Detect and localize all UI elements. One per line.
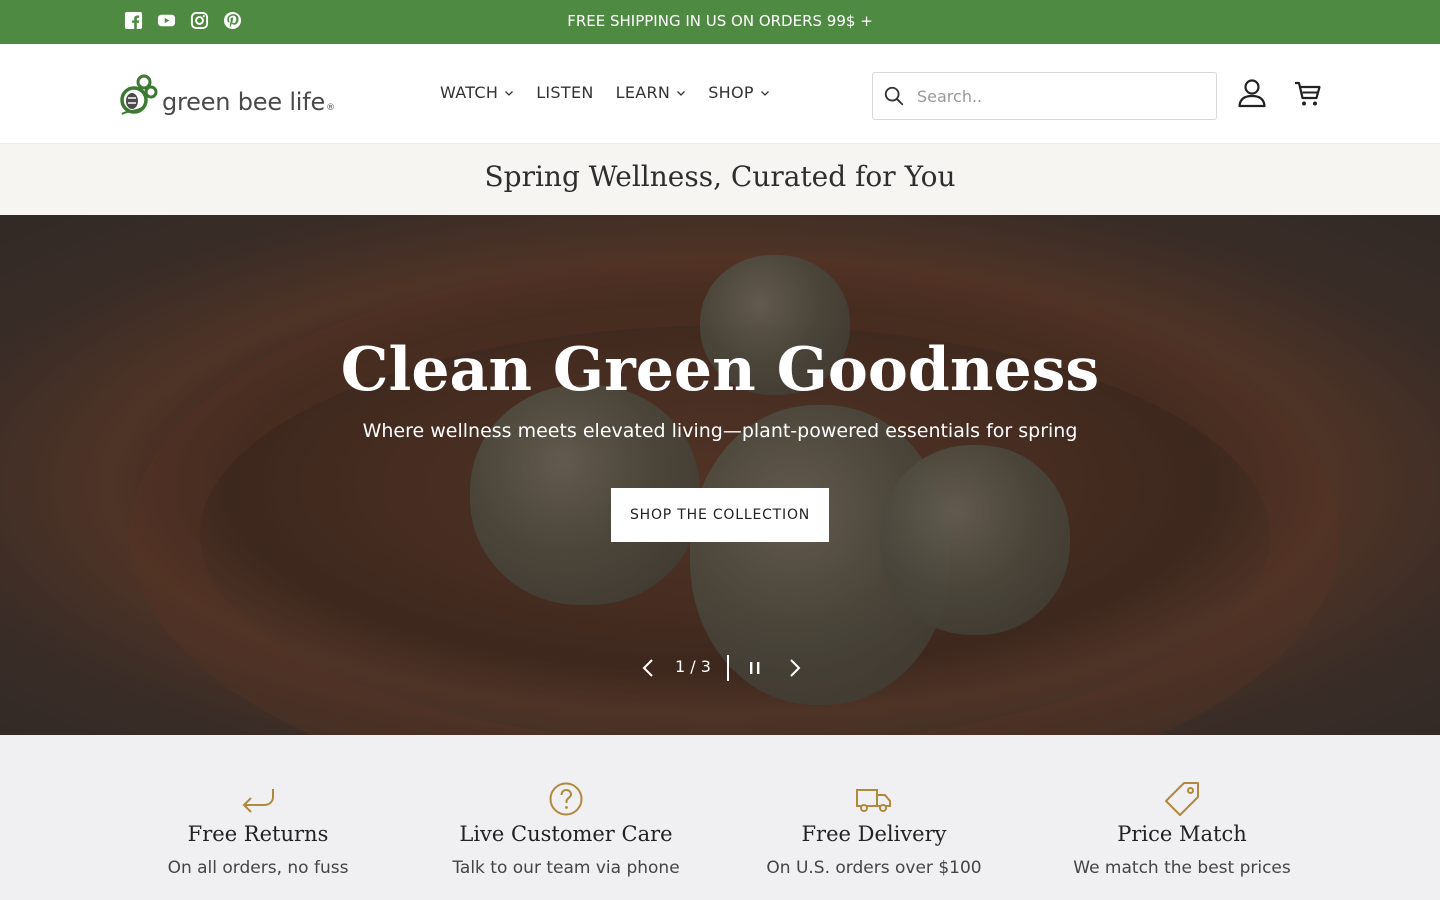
feature-title: Free Delivery: [801, 822, 947, 846]
feature-description: On all orders, no fuss: [167, 858, 349, 878]
nav-item-label: LEARN: [615, 83, 671, 102]
feature-price-match: Price Match We match the best prices: [1028, 780, 1336, 878]
account-icon[interactable]: [1236, 77, 1268, 109]
site-header: green bee life ® WATCH LISTEN LEARN SHOP: [0, 44, 1440, 144]
question-circle-icon: [547, 780, 585, 818]
nav-item-shop[interactable]: SHOP: [708, 83, 770, 102]
feature-free-delivery: Free Delivery On U.S. orders over $100: [720, 780, 1028, 878]
features-bar: Free Returns On all orders, no fuss Live…: [0, 735, 1440, 900]
promo-banner: Spring Wellness, Curated for You: [0, 144, 1440, 215]
feature-description: Talk to our team via phone: [452, 858, 680, 878]
nav-item-learn[interactable]: LEARN: [616, 83, 687, 102]
search-box[interactable]: [872, 72, 1217, 120]
return-arrow-icon: [239, 780, 277, 818]
hero-title: Clean Green Goodness: [340, 335, 1100, 405]
bee-logo-icon: [120, 74, 158, 115]
shop-collection-button[interactable]: SHOP THE COLLECTION: [611, 488, 829, 542]
announcement-text: FREE SHIPPING IN US ON ORDERS 99$ +: [567, 12, 873, 30]
nav-item-watch[interactable]: WATCH: [440, 83, 514, 102]
truck-icon: [855, 780, 893, 818]
logo-registered-mark: ®: [326, 103, 336, 113]
hero-subtitle: Where wellness meets elevated living—pla…: [362, 420, 1078, 442]
pause-icon[interactable]: [745, 658, 765, 678]
controls-divider: [727, 655, 729, 681]
hero-slideshow: Clean Green Goodness Where wellness meet…: [0, 215, 1440, 735]
promo-title: Spring Wellness, Curated for You: [484, 160, 956, 193]
feature-description: On U.S. orders over $100: [766, 858, 982, 878]
chevron-down-icon: [760, 88, 770, 98]
feature-description: We match the best prices: [1073, 858, 1291, 878]
cart-icon[interactable]: [1294, 80, 1322, 108]
nav-item-listen[interactable]: LISTEN: [536, 83, 593, 102]
chevron-down-icon: [504, 88, 514, 98]
feature-customer-care: Live Customer Care Talk to our team via …: [412, 780, 720, 878]
price-tag-icon: [1163, 780, 1201, 818]
main-nav: WATCH LISTEN LEARN SHOP: [440, 83, 770, 102]
feature-title: Live Customer Care: [459, 822, 673, 846]
feature-title: Free Returns: [187, 822, 329, 846]
logo-text: green bee life: [162, 88, 326, 116]
feature-title: Price Match: [1117, 822, 1247, 846]
chevron-right-icon[interactable]: [785, 657, 805, 679]
search-icon[interactable]: [883, 85, 905, 107]
chevron-left-icon[interactable]: [638, 657, 658, 679]
search-input[interactable]: [917, 86, 1197, 106]
announcement-bar: FREE SHIPPING IN US ON ORDERS 99$ +: [0, 0, 1440, 44]
slide-counter: 1 / 3: [675, 657, 711, 676]
nav-item-label: SHOP: [708, 83, 754, 102]
site-logo[interactable]: green bee life ®: [118, 70, 335, 118]
chevron-down-icon: [676, 88, 686, 98]
nav-item-label: LISTEN: [536, 83, 594, 102]
feature-free-returns: Free Returns On all orders, no fuss: [104, 780, 412, 878]
nav-item-label: WATCH: [440, 83, 499, 102]
slideshow-controls: 1 / 3: [0, 655, 1440, 681]
